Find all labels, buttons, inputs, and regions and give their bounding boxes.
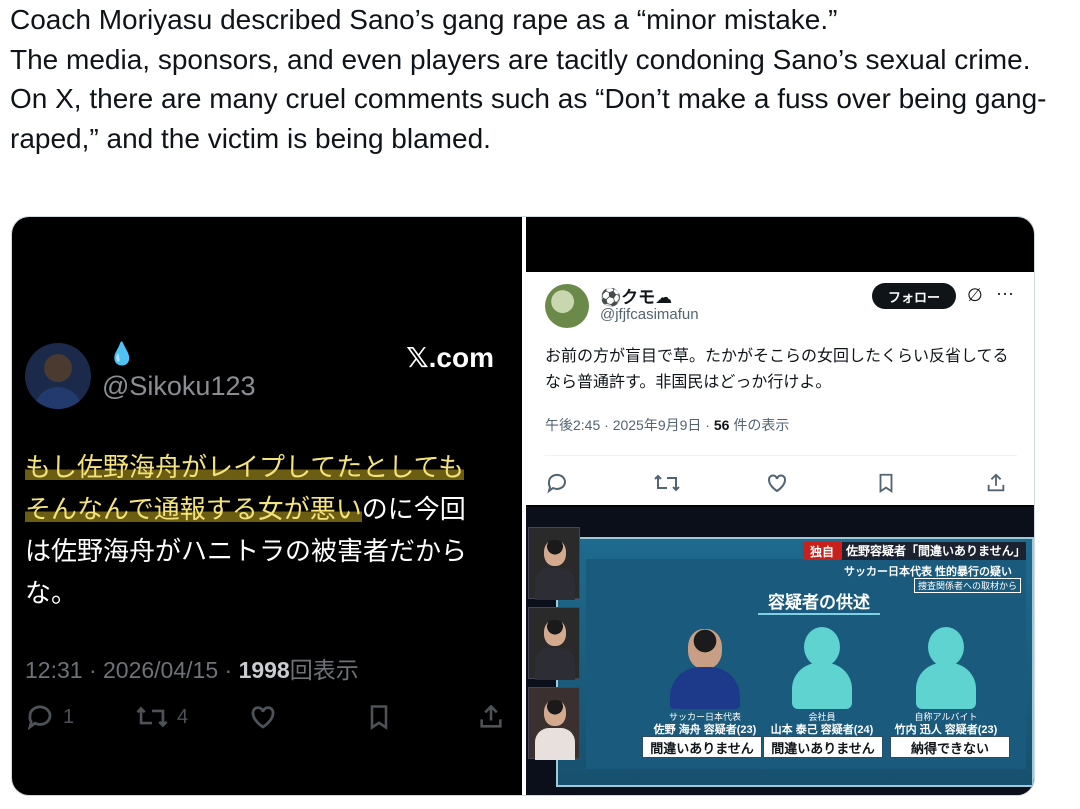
tweet-meta: 午後2:45 · 2025年9月9日 · 56 件の表示 <box>545 415 789 435</box>
share-icon <box>480 704 502 728</box>
more-options-icon[interactable]: ··· <box>996 283 1014 304</box>
post-line-2: The media, sponsors, and even players ar… <box>10 43 1031 75</box>
avatar <box>545 284 589 328</box>
media-image-right[interactable]: ⚽クモ☁ @jfjfcasimafun フォロー ∅ ··· お前の方が盲目で草… <box>526 217 1034 795</box>
heart-icon <box>768 474 786 493</box>
tweet-meta: 12:31 · 2026/04/15 · 1998回表示 <box>25 651 359 685</box>
tv-subheadline: サッカー日本代表 性的暴行の疑い <box>844 566 1013 578</box>
exclusive-tag: 独自 <box>803 542 841 560</box>
suspect-silhouette <box>907 627 985 709</box>
tweet-text: のに今回 <box>361 495 466 525</box>
share-icon <box>987 473 1005 492</box>
heart-icon <box>251 706 275 729</box>
timestamp: 12:31 · 2026/04/15 · <box>25 657 239 683</box>
suspect-statement: 間違いありません <box>642 736 762 758</box>
anchor-thumbnail <box>528 607 580 680</box>
user-handle: @Sikoku123 <box>102 371 256 401</box>
reply-icon <box>27 705 52 731</box>
tweet-text: は佐野海舟がハニトラの被害者だから <box>25 537 468 567</box>
quoted-tweet-card: ⚽クモ☁ @jfjfcasimafun フォロー ∅ ··· お前の方が盲目で草… <box>526 272 1034 505</box>
suspect-name: 竹内 迅人 容疑者(23) <box>894 724 998 736</box>
post-text: Coach Moriyasu described Sano’s gang rap… <box>10 0 1070 158</box>
bookmark-button[interactable] <box>365 702 393 732</box>
avatar <box>25 343 91 409</box>
tweet-actions <box>545 471 1017 495</box>
x-logo: 𝕏.com <box>406 342 494 373</box>
tweet-actions: 1 4 <box>25 702 510 734</box>
tweet-text: な。 <box>25 579 78 609</box>
grok-icon[interactable]: ∅ <box>967 285 983 306</box>
timestamp: 午後2:45 · 2025年9月9日 · <box>545 417 714 433</box>
suspect-statement: 間違いありません <box>763 736 883 758</box>
suspect-silhouette <box>783 627 861 709</box>
media-grid: 💧 @Sikoku123 𝕏.com もし佐野海舟がレイプしてたとしても そんな… <box>11 216 1035 796</box>
like-button[interactable] <box>247 702 279 732</box>
bookmark-icon <box>879 473 893 493</box>
divider <box>545 455 1017 456</box>
reply-count: 1 <box>63 705 75 728</box>
suspect-name: 佐野 海舟 容疑者(23) <box>653 724 757 736</box>
highlighted-text: もし佐野海舟がレイプしてたとしても <box>25 453 465 483</box>
reply-button[interactable] <box>545 471 569 500</box>
display-name: ⚽クモ☁ <box>600 288 673 307</box>
tv-section-title: 容疑者の供述 <box>758 588 880 615</box>
tweet-body: もし佐野海舟がレイプしてたとしても そんなんで通報する女が悪いのに今回 は佐野海… <box>25 447 510 615</box>
reply-button[interactable]: 1 <box>25 702 74 732</box>
views-label: 回表示 <box>289 657 359 683</box>
tv-headline: 佐野容疑者「間違いありません」 <box>842 542 1026 560</box>
reply-icon <box>547 473 566 494</box>
post-line-3: On X, there are many cruel comments such… <box>10 83 1047 154</box>
view-count: 56 <box>713 417 730 433</box>
share-button[interactable] <box>477 702 505 732</box>
share-button[interactable] <box>985 471 1007 500</box>
media-image-left[interactable]: 💧 @Sikoku123 𝕏.com もし佐野海舟がレイプしてたとしても そんな… <box>12 217 522 795</box>
suspect-statement: 納得できない <box>890 736 1010 758</box>
anchor-thumbnail <box>528 687 580 760</box>
user-handle: @jfjfcasimafun <box>600 306 699 323</box>
post-line-1: Coach Moriyasu described Sano’s gang rap… <box>10 4 838 35</box>
retweet-button[interactable] <box>653 471 681 500</box>
views-label: 件の表示 <box>729 417 790 433</box>
tv-news-screenshot: 独自 佐野容疑者「間違いありません」 サッカー日本代表 性的暴行の疑い 捜査関係… <box>526 507 1034 795</box>
highlighted-text: そんなんで通報する女が悪い <box>25 495 362 525</box>
follow-button[interactable]: フォロー <box>872 283 956 309</box>
like-button[interactable] <box>765 471 789 500</box>
bookmark-icon <box>370 705 388 730</box>
tv-source-note: 捜査関係者への取材から <box>914 578 1022 593</box>
bookmark-button[interactable] <box>875 471 897 500</box>
retweet-icon <box>654 474 680 492</box>
retweet-count: 4 <box>177 705 189 728</box>
suspect-photo <box>666 627 744 709</box>
anchor-thumbnail <box>528 527 580 600</box>
view-count: 1998 <box>238 657 290 683</box>
tweet-body: お前の方が盲目で草。たかがそこらの女回したくらい反省してるなら普通許す。非国民は… <box>545 346 1009 391</box>
droplet-icon: 💧 <box>108 341 136 366</box>
suspect-name: 山本 泰己 容疑者(24) <box>770 724 874 736</box>
retweet-button[interactable]: 4 <box>135 702 188 732</box>
retweet-icon <box>136 706 168 728</box>
